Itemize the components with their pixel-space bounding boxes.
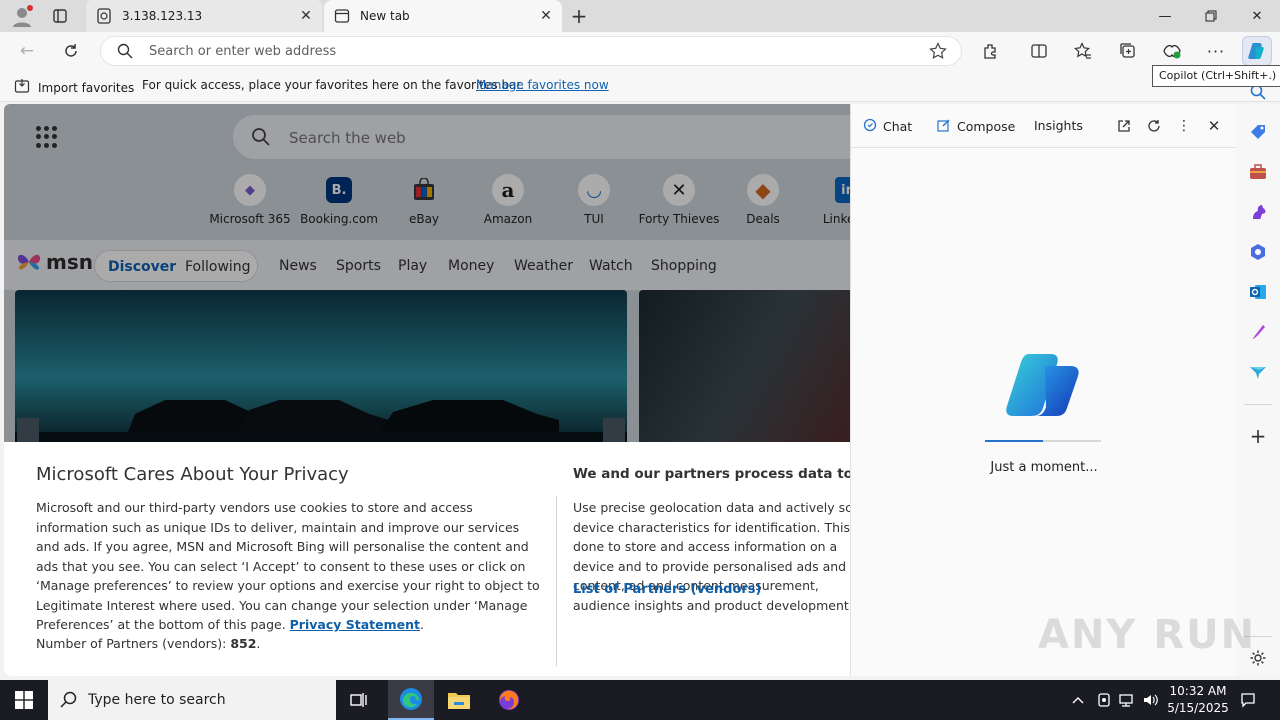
clock-time: 10:32 AM bbox=[1169, 684, 1227, 698]
notifications-button[interactable] bbox=[1234, 680, 1262, 720]
minimize-button[interactable]: — bbox=[1142, 0, 1188, 32]
search-icon bbox=[117, 43, 133, 62]
copilot-loading-progress bbox=[985, 440, 1101, 442]
profile-avatar[interactable] bbox=[10, 4, 34, 28]
browser-essentials-icon[interactable] bbox=[1161, 40, 1183, 62]
notification-icon bbox=[1241, 693, 1255, 708]
sidebar-divider bbox=[1244, 404, 1272, 405]
new-tab-page-icon bbox=[334, 8, 350, 24]
copilot-header: Chat Compose Insights ⋮ ✕ bbox=[851, 104, 1237, 148]
taskbar-firefox[interactable] bbox=[486, 680, 532, 720]
firefox-icon bbox=[499, 690, 519, 710]
copilot-tooltip: Copilot (Ctrl+Shift+.) bbox=[1152, 65, 1280, 87]
copilot-logo-icon bbox=[1005, 350, 1083, 420]
collections-icon[interactable] bbox=[1117, 40, 1139, 62]
favorite-star-icon[interactable] bbox=[929, 42, 947, 63]
copilot-button[interactable] bbox=[1242, 36, 1272, 66]
manage-favorites-link[interactable]: Manage favorites now bbox=[476, 78, 609, 92]
import-favorites-button[interactable]: Import favorites bbox=[14, 78, 134, 97]
copilot-pane: Chat Compose Insights ⋮ ✕ Just a moment.… bbox=[850, 104, 1237, 676]
privacy-right-title: We and our partners process data to prov… bbox=[573, 466, 850, 482]
add-sidebar-app-icon[interactable]: + bbox=[1248, 424, 1268, 448]
windows-taskbar: Type here to search 10:32 AM 5/15/2025 bbox=[0, 680, 1280, 720]
games-icon[interactable] bbox=[1248, 202, 1268, 222]
restore-button[interactable] bbox=[1188, 0, 1234, 32]
outlook-icon[interactable] bbox=[1248, 282, 1268, 302]
microsoft-365-icon[interactable] bbox=[1248, 242, 1268, 262]
privacy-statement-link[interactable]: Privacy Statement bbox=[290, 617, 420, 632]
tab-new-tab[interactable]: New tab ✕ bbox=[324, 0, 562, 32]
taskbar-edge[interactable] bbox=[388, 680, 434, 720]
chat-icon bbox=[863, 118, 877, 135]
refresh-button[interactable] bbox=[58, 38, 84, 64]
favorites-hint: For quick access, place your favorites h… bbox=[142, 78, 525, 92]
back-button[interactable]: ← bbox=[14, 38, 40, 64]
close-window-button[interactable]: ✕ bbox=[1234, 0, 1280, 32]
privacy-right-body: Use precise geolocation data and activel… bbox=[573, 500, 850, 613]
favorites-bar: Import favorites For quick access, place… bbox=[0, 70, 1280, 102]
address-placeholder: Search or enter web address bbox=[149, 44, 337, 59]
windows-start-button[interactable] bbox=[0, 680, 48, 720]
edge-icon bbox=[400, 688, 422, 710]
edge-sidebar: + bbox=[1236, 84, 1280, 676]
address-bar[interactable]: Search or enter web address bbox=[100, 36, 962, 66]
taskbar-file-explorer[interactable] bbox=[436, 680, 482, 720]
copilot-tab-insights[interactable]: Insights bbox=[1034, 118, 1083, 133]
network-icon[interactable] bbox=[1116, 680, 1138, 720]
copilot-loading-text: Just a moment... bbox=[990, 460, 1098, 475]
import-favorites-label: Import favorites bbox=[38, 80, 135, 95]
new-tab-button[interactable]: + bbox=[568, 6, 590, 28]
drop-icon[interactable] bbox=[1248, 362, 1268, 382]
tab-strip: 3.138.123.13 ✕ New tab ✕ + — ✕ bbox=[0, 0, 1280, 32]
copilot-tab-chat[interactable]: Chat bbox=[863, 118, 912, 135]
tab-title: 3.138.123.13 bbox=[122, 9, 203, 23]
favorites-icon[interactable] bbox=[1072, 40, 1094, 62]
chevron-up-icon bbox=[1072, 697, 1084, 704]
more-options-icon[interactable]: ··· bbox=[1205, 40, 1227, 62]
task-view-icon bbox=[350, 693, 367, 707]
extensions-icon[interactable] bbox=[980, 40, 1002, 62]
close-icon[interactable]: ✕ bbox=[1204, 116, 1224, 136]
compose-icon bbox=[937, 118, 951, 135]
taskbar-clock[interactable]: 10:32 AM 5/15/2025 bbox=[1162, 683, 1234, 717]
open-in-new-window-icon[interactable] bbox=[1114, 116, 1134, 136]
privacy-divider bbox=[556, 496, 557, 666]
privacy-title: Microsoft Cares About Your Privacy bbox=[36, 464, 349, 485]
show-hidden-icons-button[interactable] bbox=[1068, 680, 1088, 720]
import-icon bbox=[14, 78, 30, 97]
partners-count-text: Number of Partners (vendors): 852. bbox=[36, 636, 261, 651]
tab-ip-address[interactable]: 3.138.123.13 ✕ bbox=[86, 0, 322, 32]
copilot-progress-fill bbox=[985, 440, 1043, 442]
page-icon bbox=[96, 8, 112, 24]
clock-date: 5/15/2025 bbox=[1167, 701, 1229, 715]
windows-logo-icon bbox=[15, 691, 33, 709]
copilot-tab-compose[interactable]: Compose bbox=[937, 118, 1015, 135]
volume-icon[interactable] bbox=[1140, 680, 1162, 720]
shopping-tag-icon[interactable] bbox=[1248, 122, 1268, 142]
tray-device-icon[interactable] bbox=[1094, 680, 1114, 720]
close-tab-icon[interactable]: ✕ bbox=[538, 8, 554, 24]
list-of-partners-link[interactable]: List of Partners (vendors) bbox=[573, 582, 761, 597]
browser-toolbar: ← Search or enter web address ··· bbox=[0, 32, 1280, 70]
new-tab-page: Search the web ◆ Microsoft 365 B. Bookin… bbox=[4, 104, 850, 676]
task-view-button[interactable] bbox=[336, 680, 382, 720]
more-options-icon[interactable]: ⋮ bbox=[1174, 116, 1194, 136]
refresh-icon[interactable] bbox=[1144, 116, 1164, 136]
taskbar-search-placeholder: Type here to search bbox=[88, 692, 226, 708]
folder-icon bbox=[448, 693, 470, 709]
split-screen-icon[interactable] bbox=[1028, 40, 1050, 62]
privacy-body: Microsoft and our third-party vendors us… bbox=[36, 500, 540, 632]
designer-icon[interactable] bbox=[1248, 322, 1268, 342]
taskbar-search-box[interactable]: Type here to search bbox=[48, 680, 336, 720]
privacy-dialog: Microsoft Cares About Your Privacy Micro… bbox=[4, 442, 850, 676]
search-icon bbox=[60, 691, 78, 712]
tab-actions-icon[interactable] bbox=[52, 8, 68, 24]
tools-briefcase-icon[interactable] bbox=[1248, 162, 1268, 182]
tab-title: New tab bbox=[360, 9, 410, 23]
close-tab-icon[interactable]: ✕ bbox=[298, 8, 314, 24]
anyrun-watermark: ANY RUN bbox=[1038, 612, 1257, 658]
